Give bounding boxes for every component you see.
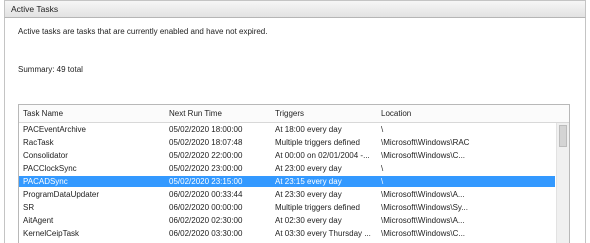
cell-triggers: At 03:30 every Thursday ... [275,229,371,238]
cell-location: \Microsoft\Windows\Sy... [381,203,468,212]
cell-task-name: AitAgent [23,216,54,225]
summary-text: Summary: 49 total [18,65,83,74]
cell-task-name: SR [23,203,35,212]
cell-location: \ [381,125,384,134]
table-row[interactable]: PACEventArchive 05/02/2020 18:00:00 At 1… [19,124,555,135]
table-row[interactable]: PACClockSync 05/02/2020 23:00:00 At 23:0… [19,163,555,174]
cell-task-name: PACEventArchive [23,125,86,134]
cell-next-run-time: 06/02/2020 03:30:00 [169,229,243,238]
cell-next-run-time: 05/02/2020 23:00:00 [169,164,243,173]
cell-location: \ [381,177,384,186]
cell-triggers: At 23:00 every day [275,164,342,173]
cell-triggers: At 23:15 every day [275,177,342,186]
cell-task-name: ProgramDataUpdater [23,190,100,199]
tasks-table[interactable]: Task Name Next Run Time Triggers Locatio… [18,104,570,243]
cell-location: \Microsoft\Windows\A... [381,190,465,199]
cell-task-name: PACClockSync [23,164,77,173]
cell-location: \Microsoft\Windows\A... [381,216,465,225]
cell-next-run-time: 05/02/2020 23:15:00 [169,177,243,186]
description-text: Active tasks are tasks that are currentl… [18,27,268,36]
cell-location: \Microsoft\Windows\C... [381,229,466,238]
vertical-scrollbar[interactable] [556,123,569,243]
cell-task-name: Consolidator [23,151,68,160]
cell-next-run-time: 06/02/2020 02:30:00 [169,216,243,225]
cell-triggers: At 00:00 on 02/01/2004 -... [275,151,370,160]
table-row[interactable]: ProgramDataUpdater 06/02/2020 00:33:44 A… [19,189,555,200]
cell-next-run-time: 06/02/2020 00:00:00 [169,203,243,212]
cell-location: \ [381,164,384,173]
cell-next-run-time: 05/02/2020 18:00:00 [169,125,243,134]
table-row[interactable]: KernelCeipTask 06/02/2020 03:30:00 At 03… [19,228,555,239]
table-row[interactable]: RacTask 05/02/2020 18:07:48 Multiple tri… [19,137,555,148]
cell-triggers: Multiple triggers defined [275,138,360,147]
table-row[interactable]: Consolidator 05/02/2020 22:00:00 At 00:0… [19,150,555,161]
panel-title: Active Tasks [11,4,59,14]
cell-triggers: At 18:00 every day [275,125,342,134]
cell-task-name: KernelCeipTask [23,229,80,238]
cell-next-run-time: 05/02/2020 22:00:00 [169,151,243,160]
column-header-next-run-time[interactable]: Next Run Time [169,109,273,118]
scrollbar-thumb[interactable] [559,125,567,147]
table-row-selected[interactable]: PACADSync 05/02/2020 23:15:00 At 23:15 e… [19,176,555,187]
cell-triggers: Multiple triggers defined [275,203,360,212]
column-header-triggers[interactable]: Triggers [275,109,381,118]
table-row[interactable]: SR 06/02/2020 00:00:00 Multiple triggers… [19,202,555,213]
column-header-location[interactable]: Location [381,109,553,118]
cell-task-name: PACADSync [23,177,68,186]
cell-triggers: At 02:30 every day [275,216,342,225]
column-header-task-name[interactable]: Task Name [23,109,163,118]
active-tasks-header[interactable]: Active Tasks [4,0,586,18]
cell-triggers: At 23:30 every day [275,190,342,199]
table-row[interactable]: AitAgent 06/02/2020 02:30:00 At 02:30 ev… [19,215,555,226]
cell-location: \Microsoft\Windows\RAC [381,138,470,147]
cell-next-run-time: 06/02/2020 00:33:44 [169,190,243,199]
cell-next-run-time: 05/02/2020 18:07:48 [169,138,243,147]
table-header: Task Name Next Run Time Triggers Locatio… [19,105,569,123]
cell-location: \Microsoft\Windows\C... [381,151,466,160]
cell-task-name: RacTask [23,138,54,147]
